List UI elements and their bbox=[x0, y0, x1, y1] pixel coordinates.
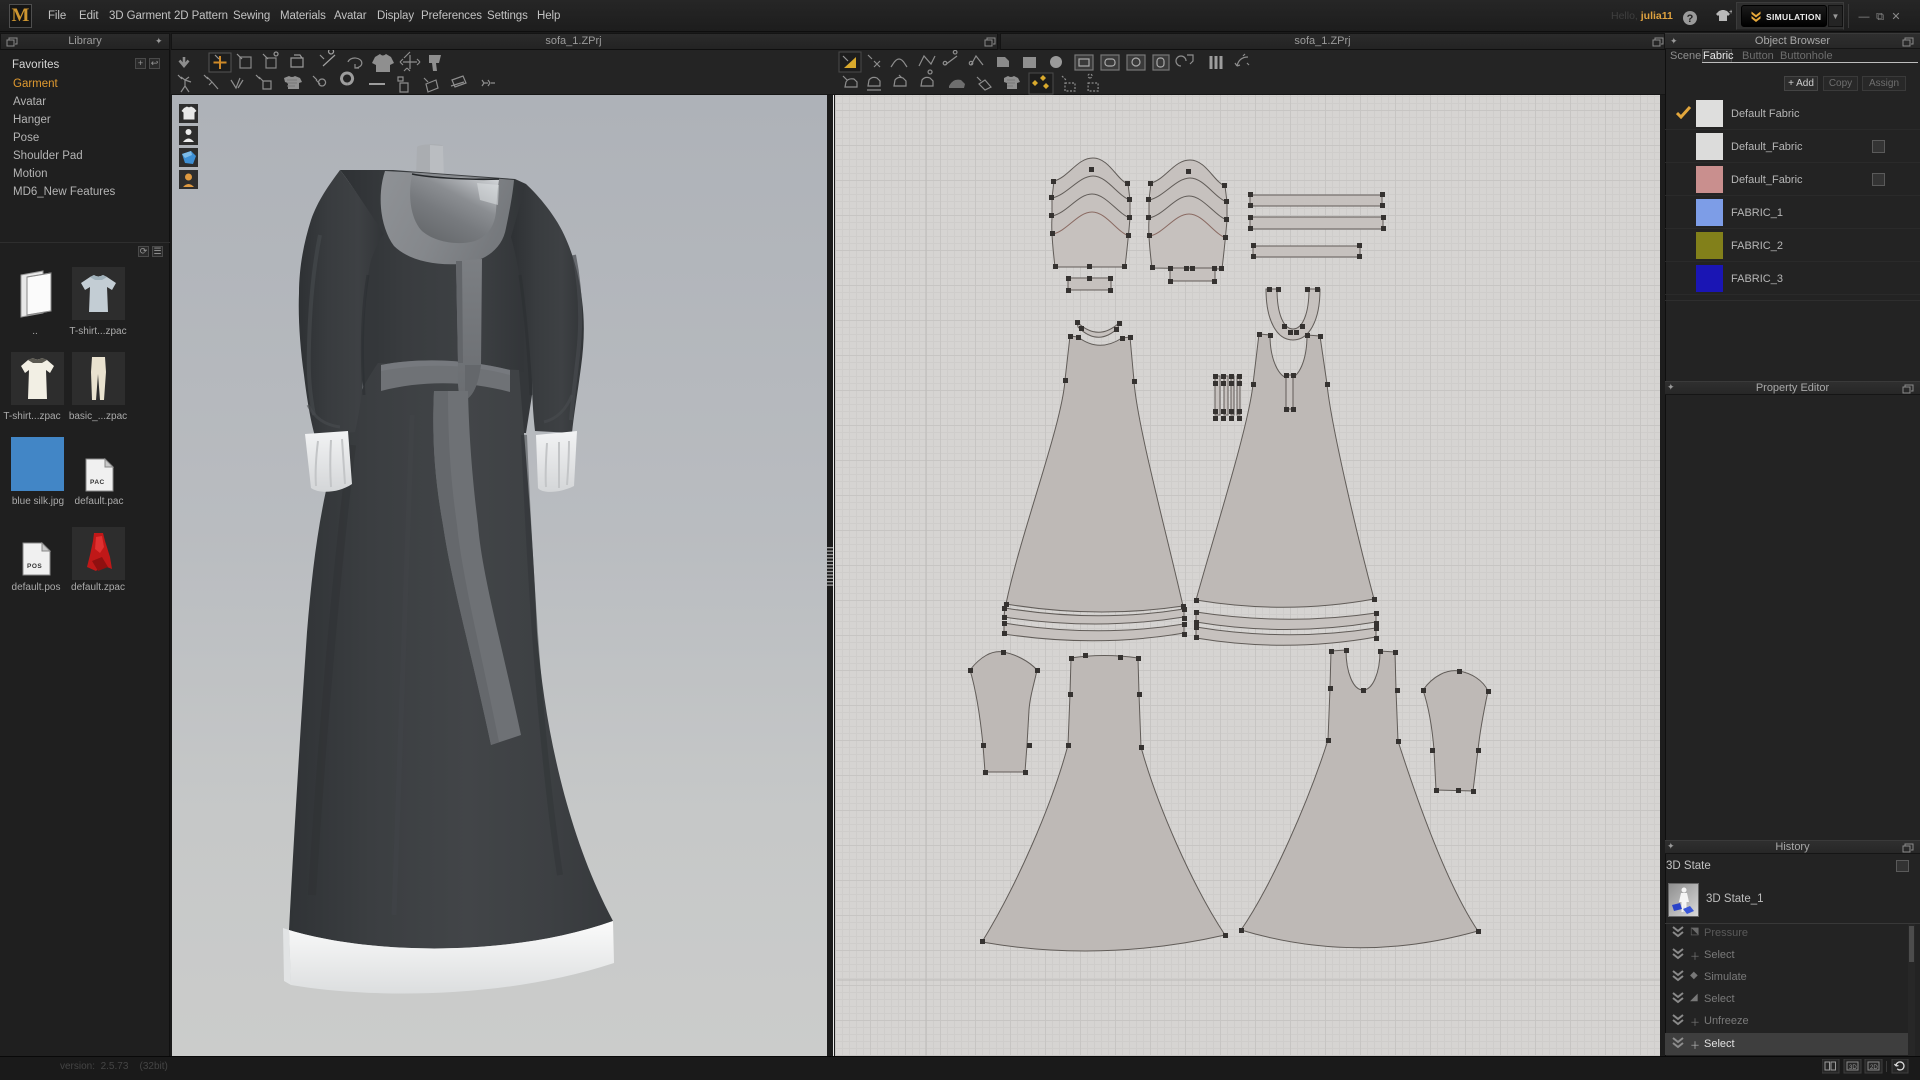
svg-text:POS: POS bbox=[27, 563, 42, 570]
svg-text:2D: 2D bbox=[1870, 1065, 1878, 1071]
svg-text:+: + bbox=[1729, 9, 1732, 16]
svg-text:?: ? bbox=[1687, 13, 1694, 25]
svg-text:3D: 3D bbox=[1849, 1065, 1857, 1071]
svg-text:PAC: PAC bbox=[90, 479, 105, 486]
